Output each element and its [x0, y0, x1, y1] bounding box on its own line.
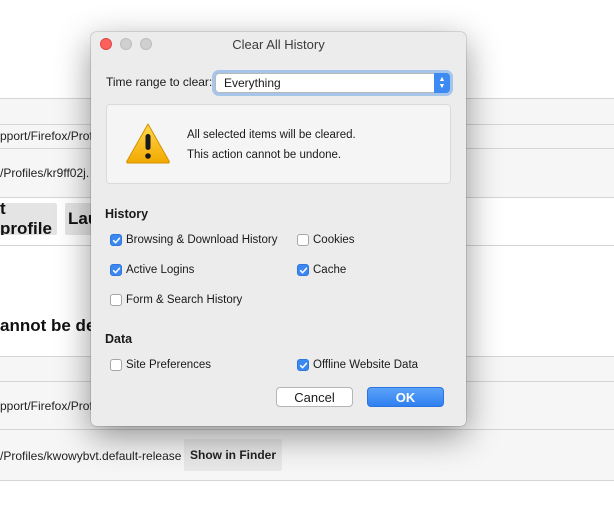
cache-label: Cache: [313, 264, 347, 276]
site-preferences-label: Site Preferences: [126, 359, 212, 371]
cancel-button[interactable]: Cancel: [276, 387, 353, 407]
site-preferences-checkbox[interactable]: Site Preferences: [110, 359, 211, 371]
show-in-finder-label: Show in Finder: [190, 448, 276, 462]
cookies-label: Cookies: [313, 234, 355, 246]
profile-path-2: /Profiles/kr9ff02j.: [0, 166, 90, 180]
ok-button[interactable]: OK: [367, 387, 444, 407]
checkmark-icon: [112, 267, 120, 273]
profile-path-4: /Profiles/kwowybvt.default-release: [0, 449, 182, 463]
active-logins-label: Active Logins: [126, 264, 195, 276]
set-profile-button[interactable]: t profile: [0, 203, 57, 235]
checkbox-box[interactable]: [110, 294, 122, 306]
warning-text-line-1: All selected items will be cleared.: [187, 129, 356, 141]
form-search-label: Form & Search History: [126, 294, 243, 306]
dialog-title: Clear All History: [232, 36, 325, 52]
active-logins-checkbox[interactable]: Active Logins: [110, 264, 194, 276]
checkmark-icon: [299, 362, 307, 368]
checkbox-box[interactable]: [297, 234, 309, 246]
checkbox-box[interactable]: [110, 359, 122, 371]
title-bar: Clear All History: [91, 32, 466, 56]
checkmark-icon: [299, 267, 307, 273]
close-window-button[interactable]: [100, 38, 112, 50]
checkbox-box[interactable]: [110, 264, 122, 276]
time-range-label: Time range to clear:: [106, 75, 213, 89]
warning-icon: [126, 123, 170, 164]
warning-box: All selected items will be cleared. This…: [106, 104, 451, 184]
data-heading: Data: [105, 332, 133, 346]
form-search-checkbox[interactable]: Form & Search History: [110, 294, 242, 306]
cache-checkbox[interactable]: Cache: [297, 264, 346, 276]
up-down-arrows-icon: ▲ ▼: [434, 73, 450, 93]
history-heading: History: [105, 207, 149, 221]
minimize-window-button[interactable]: [120, 38, 132, 50]
profile-heading: annot be de: [0, 316, 96, 335]
clear-history-dialog: Clear All History Time range to clear: E…: [91, 32, 466, 426]
checkbox-box[interactable]: [110, 234, 122, 246]
time-range-value: Everything: [224, 76, 281, 90]
show-in-finder-button[interactable]: Show in Finder: [184, 439, 282, 471]
profile-path-1: pport/Firefox/Prof: [0, 129, 93, 143]
divider: [0, 429, 614, 430]
divider: [0, 480, 614, 481]
checkmark-icon: [112, 237, 120, 243]
maximize-window-button[interactable]: [140, 38, 152, 50]
cookies-checkbox[interactable]: Cookies: [297, 234, 355, 246]
time-range-select[interactable]: Everything ▲ ▼: [215, 73, 450, 93]
profile-path-3: pport/Firefox/Prof: [0, 399, 93, 413]
warning-text-line-2: This action cannot be undone.: [187, 149, 342, 161]
checkbox-box[interactable]: [297, 264, 309, 276]
checkbox-box[interactable]: [297, 359, 309, 371]
browsing-download-checkbox[interactable]: Browsing & Download History: [110, 234, 277, 246]
offline-data-label: Offline Website Data: [313, 359, 419, 371]
offline-data-checkbox[interactable]: Offline Website Data: [297, 359, 418, 371]
browsing-download-label: Browsing & Download History: [126, 234, 278, 246]
set-profile-label: t profile: [0, 203, 52, 235]
